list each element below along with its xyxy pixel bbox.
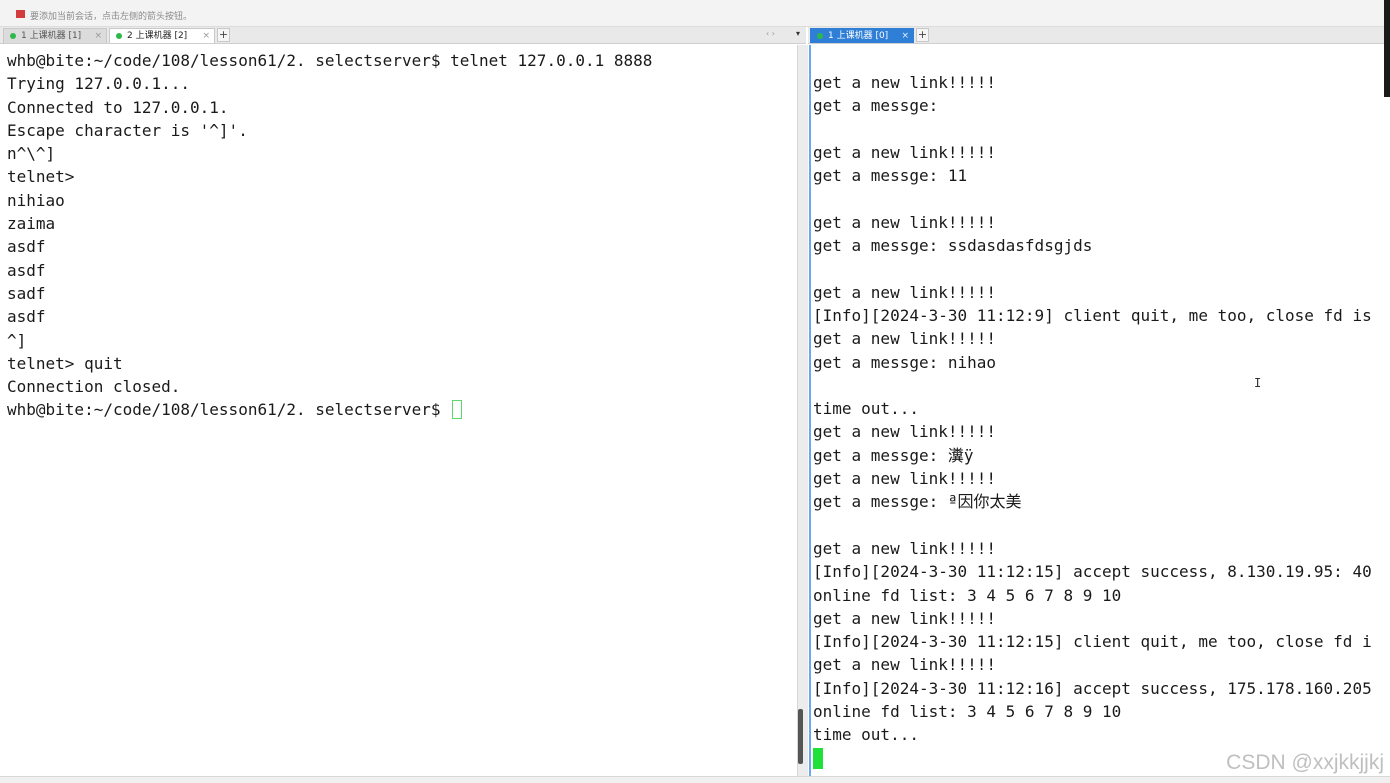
tab-session-0[interactable]: 1 上课机器 [0] × (810, 28, 914, 43)
terminal-line: telnet> quit (7, 353, 123, 373)
left-terminal-output[interactable]: whb@bite:~/code/108/lesson61/2. selectse… (7, 49, 652, 422)
close-tab-icon[interactable]: × (94, 29, 102, 43)
terminal-line: n^\^] (7, 144, 56, 164)
terminal-line: online fd list: 3 4 5 6 7 8 9 10 (813, 585, 1122, 605)
shell-prompt: whb@bite:~/code/108/lesson61/2. selectse… (7, 400, 451, 420)
terminal-line: get a new link!!!!! (813, 538, 997, 558)
text-cursor-icon: I (1254, 376, 1262, 390)
terminal-cursor (813, 747, 823, 769)
tab-session-2[interactable]: 2 上课机器 [2] × (109, 28, 215, 43)
terminal-line: Escape character is '^]'. (7, 120, 248, 140)
terminal-line: time out... (813, 399, 919, 419)
close-tab-icon[interactable]: × (901, 29, 909, 43)
terminal-line: asdf (7, 307, 46, 327)
terminal-line: online fd list: 3 4 5 6 7 8 9 10 (813, 702, 1122, 722)
pane-splitter[interactable] (797, 45, 808, 776)
tab-list-menu-icon[interactable]: ▾ (796, 29, 800, 38)
new-tab-button[interactable]: + (217, 28, 230, 42)
terminal-line: get a messge: nihao (813, 352, 997, 372)
terminal-line: get a new link!!!!! (813, 655, 997, 675)
tab-label: 1 上课机器 [1] (21, 31, 82, 41)
terminal-line: get a messge: (813, 96, 939, 116)
terminal-line: [Info][2024-3-30 11:12:16] accept succes… (813, 678, 1372, 698)
flag-icon (16, 10, 25, 18)
terminal-line: get a new link!!!!! (813, 142, 997, 162)
terminal-line: [Info][2024-3-30 11:12:15] accept succes… (813, 562, 1372, 582)
terminal-line: [Info][2024-3-30 11:12:9] client quit, m… (813, 305, 1372, 325)
terminal-line: Connection closed. (7, 377, 181, 397)
terminal-line: get a new link!!!!! (813, 469, 997, 489)
terminal-line: get a new link!!!!! (813, 282, 997, 302)
terminal-line: get a new link!!!!! (813, 329, 997, 349)
connected-status-icon (10, 33, 16, 39)
terminal-line: Trying 127.0.0.1... (7, 74, 191, 94)
terminal-line: time out... (813, 725, 919, 745)
terminal-line: ^] (7, 330, 27, 350)
right-terminal-pane[interactable]: get a new link!!!!! get a messge: get a ne… (809, 45, 1390, 776)
terminal-line: get a new link!!!!! (813, 212, 997, 232)
terminal-line: [Info][2024-3-30 11:12:15] client quit, … (813, 632, 1372, 652)
tab-scroll-arrows[interactable]: ‹ › (766, 29, 775, 38)
tab-label: 2 上课机器 [2] (127, 31, 188, 41)
right-terminal-output[interactable]: get a new link!!!!! get a messge: get a ne… (813, 71, 1372, 770)
terminal-line: get a new link!!!!! (813, 422, 997, 442)
left-terminal-pane[interactable]: whb@bite:~/code/108/lesson61/2. selectse… (3, 45, 797, 776)
new-tab-button[interactable]: + (916, 28, 929, 42)
terminal-line: nihiao (7, 190, 65, 210)
window-edge (1384, 0, 1390, 97)
connected-status-icon (116, 33, 122, 39)
terminal-line: get a messge: ª因你太美 (813, 492, 1022, 512)
session-hint-text: 要添加当前会话，点击左侧的箭头按钮。 (30, 12, 193, 22)
terminal-line: sadf (7, 283, 46, 303)
terminal-line: get a new link!!!!! (813, 608, 997, 628)
terminal-cursor (452, 400, 463, 420)
terminal-line: asdf (7, 237, 46, 257)
left-tab-bar: 1 上课机器 [1] × 2 上课机器 [2] × + ‹ › ▾ (0, 27, 806, 44)
terminal-line: get a new link!!!!! (813, 73, 997, 92)
terminal-line: get a messge: 11 (813, 166, 968, 186)
scrollbar-thumb[interactable] (798, 709, 803, 764)
terminal-line: get a messge: 瀵ÿ (813, 445, 974, 465)
terminal-prompt-line: whb@bite:~/code/108/lesson61/2. selectse… (7, 398, 652, 421)
terminal-line: zaima (7, 214, 56, 234)
tab-label: 1 上课机器 [0] (828, 31, 889, 41)
watermark: CSDN @xxjkkjjkj (1226, 751, 1384, 774)
tab-session-1[interactable]: 1 上课机器 [1] × (3, 28, 107, 43)
terminal-line: Connected to 127.0.0.1. (7, 97, 229, 117)
close-tab-icon[interactable]: × (202, 29, 210, 43)
terminal-line: asdf (7, 260, 46, 280)
right-tab-bar: 1 上课机器 [0] × + (808, 27, 1390, 44)
connected-status-icon (817, 33, 823, 39)
terminal-line: telnet> (7, 167, 75, 187)
status-bar (0, 776, 1390, 783)
terminal-line: get a messge: ssdasdasfdsgjds (813, 236, 1093, 256)
terminal-line: whb@bite:~/code/108/lesson61/2. selectse… (7, 51, 653, 70)
session-hint-bar: 要添加当前会话，点击左侧的箭头按钮。 (0, 0, 1390, 27)
